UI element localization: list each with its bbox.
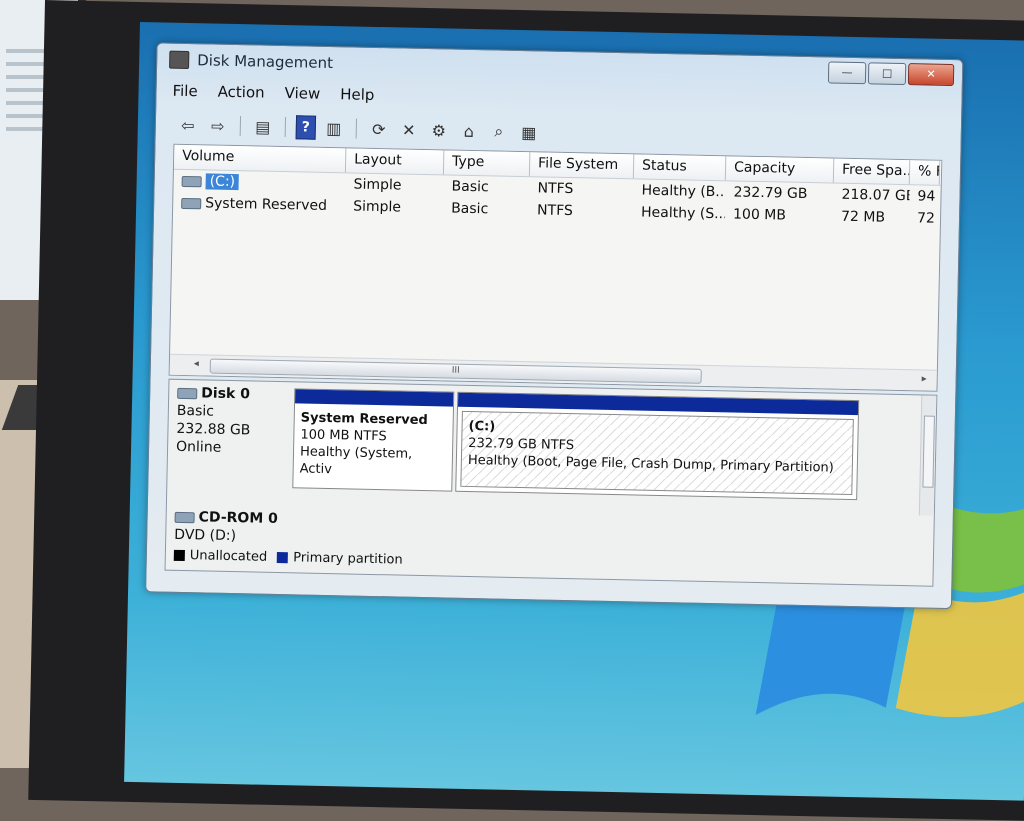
delete-icon[interactable]: ✕ (397, 118, 421, 140)
disk-icon (177, 387, 198, 399)
col-capacity[interactable]: Capacity (725, 156, 835, 183)
menu-action[interactable]: Action (217, 83, 264, 108)
disk-0-info[interactable]: Disk 0 Basic 232.88 GB Online (175, 384, 295, 496)
forward-icon[interactable]: ⇨ (206, 114, 230, 136)
row-layout: Simple (353, 176, 402, 194)
row-file-system: NTFS (537, 180, 574, 198)
row-percent-free: 72 (916, 210, 936, 227)
row-status: Healthy (S... (640, 204, 726, 223)
cdrom-0-info[interactable]: CD-ROM 0 DVD (D:) (174, 508, 278, 546)
cdrom-icon (174, 511, 195, 523)
col-status[interactable]: Status (633, 154, 727, 181)
unallocated-swatch (173, 549, 185, 562)
open-icon[interactable]: ⌂ (457, 120, 481, 142)
legend-primary: Primary partition (293, 550, 403, 568)
disk-map-vertical-scrollbar[interactable] (918, 395, 937, 516)
settings-icon[interactable]: ⚙ (427, 119, 451, 141)
close-button[interactable]: ✕ (907, 63, 955, 87)
cdrom-name: CD-ROM 0 (198, 509, 278, 527)
row-free-space: 72 MB (840, 208, 886, 226)
row-type: Basic (451, 178, 489, 196)
search-icon[interactable]: ⌕ (487, 120, 511, 142)
volume-name: System Reserved (205, 195, 328, 214)
properties-icon[interactable]: ▥ (322, 117, 346, 139)
disk-management-app-icon (169, 50, 190, 70)
row-percent-free: 94 (917, 188, 936, 205)
row-file-system: NTFS (536, 202, 574, 220)
wizard-icon[interactable]: ▦ (517, 121, 541, 143)
row-capacity: 232.79 GB (733, 184, 808, 203)
col-file-system[interactable]: File System (529, 152, 635, 179)
disk-0-name: Disk 0 (201, 385, 251, 403)
col-layout[interactable]: Layout (345, 148, 445, 175)
partition-system-reserved[interactable]: System Reserved 100 MB NTFS Healthy (Sys… (292, 388, 455, 492)
col-volume[interactable]: Volume (173, 144, 347, 173)
menu-help[interactable]: Help (340, 85, 375, 110)
partition-status: Healthy (System, Activ (299, 444, 413, 478)
scroll-right-icon[interactable]: ▸ (922, 373, 927, 384)
volume-name: (C:) (205, 173, 240, 191)
scrollbar-thumb[interactable]: III (209, 358, 702, 384)
cdrom-drive: DVD (D:) (174, 526, 237, 545)
partition-c-drive[interactable]: (C:) 232.79 GB NTFS Healthy (Boot, Page … (455, 391, 860, 501)
col-free-space[interactable]: Free Spa... (833, 158, 911, 185)
back-icon[interactable]: ⇦ (176, 114, 200, 136)
refresh-icon[interactable]: ⟳ (367, 118, 391, 140)
console-tree-icon[interactable]: ▤ (251, 115, 275, 137)
disk-0-state: Online (175, 438, 222, 456)
partition-name: System Reserved (300, 410, 428, 429)
menu-view[interactable]: View (284, 84, 320, 109)
help-icon[interactable]: ? (295, 115, 317, 140)
col-type[interactable]: Type (443, 150, 531, 177)
scrollbar-thumb[interactable] (922, 415, 935, 488)
row-free-space: 218.07 GB (841, 186, 910, 205)
menu-file[interactable]: File (172, 82, 197, 107)
disk-map: Disk 0 Basic 232.88 GB Online System Res… (164, 378, 938, 587)
legend-unallocated: Unallocated (189, 548, 268, 565)
volume-list: Volume Layout Type File System Status Ca… (168, 143, 943, 392)
disk-management-window: Disk Management — □ ✕ File Action View H… (145, 42, 964, 610)
window-title: Disk Management (197, 51, 334, 73)
legend: Unallocated Primary partition (173, 548, 403, 568)
row-type: Basic (450, 200, 489, 218)
drive-icon (181, 197, 202, 209)
col-percent-free[interactable]: % F (909, 160, 941, 185)
primary-swatch (277, 551, 289, 564)
scroll-left-icon[interactable]: ◂ (194, 358, 199, 369)
menu-bar: File Action View Help (162, 81, 374, 109)
maximize-button[interactable]: □ (867, 62, 907, 86)
drive-icon (181, 175, 202, 187)
partition-name: (C:) (468, 418, 496, 435)
row-status: Healthy (B... (641, 182, 726, 201)
desktop-screen: Disk Management — □ ✕ File Action View H… (124, 22, 1024, 801)
row-capacity: 100 MB (732, 206, 787, 224)
row-layout: Simple (353, 198, 402, 216)
minimize-button[interactable]: — (827, 61, 867, 85)
